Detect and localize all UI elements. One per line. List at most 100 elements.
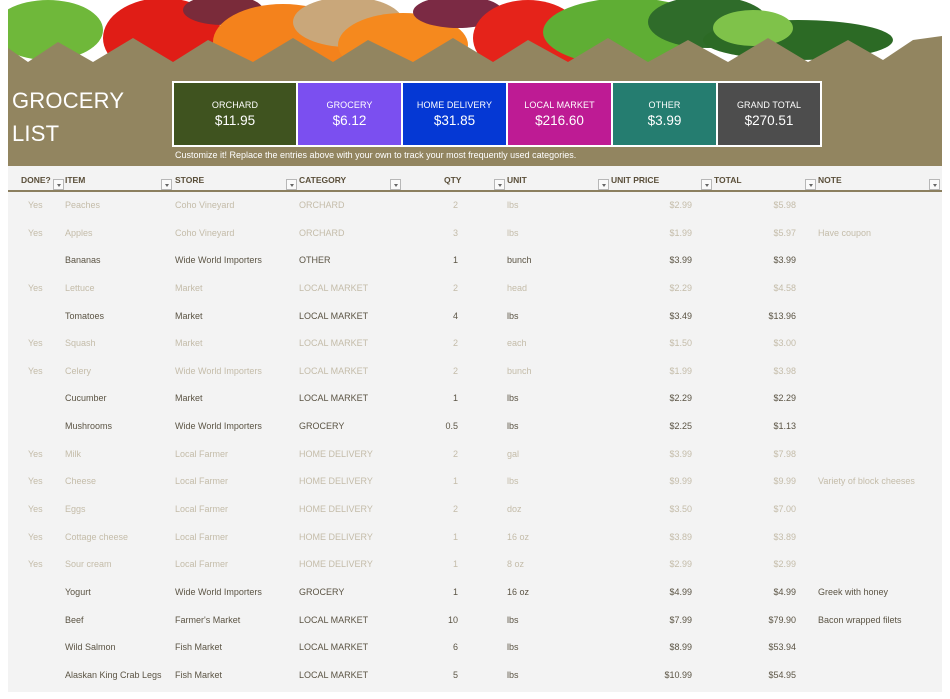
cell-unit[interactable]: lbs [507, 228, 519, 238]
cell-category[interactable]: LOCAL MARKET [299, 393, 368, 403]
cell-price[interactable]: $2.29 [669, 283, 692, 293]
cell-total[interactable]: $7.98 [773, 449, 796, 459]
cell-qty[interactable]: 6 [453, 642, 458, 652]
column-header-store[interactable]: STORE [175, 175, 204, 185]
cell-total[interactable]: $4.99 [773, 587, 796, 597]
cell-category[interactable]: LOCAL MARKET [299, 311, 368, 321]
cell-category[interactable]: HOME DELIVERY [299, 476, 373, 486]
cell-qty[interactable]: 2 [453, 338, 458, 348]
cell-done[interactable]: Yes [28, 476, 43, 486]
cell-item[interactable]: Apples [65, 228, 93, 238]
cell-qty[interactable]: 1 [453, 393, 458, 403]
cell-store[interactable]: Market [175, 283, 203, 293]
cell-item[interactable]: Beef [65, 615, 84, 625]
table-row[interactable]: Yes Squash Market LOCAL MARKET 2 each $1.50 $3.… [8, 330, 942, 358]
cell-store[interactable]: Coho Vineyard [175, 200, 234, 210]
cell-price[interactable]: $3.49 [669, 311, 692, 321]
cell-price[interactable]: $1.50 [669, 338, 692, 348]
cell-price[interactable]: $3.50 [669, 504, 692, 514]
column-header-item[interactable]: ITEM [65, 175, 85, 185]
card-orchard[interactable]: ORCHARD $11.95 [174, 83, 296, 145]
cell-qty[interactable]: 1 [453, 587, 458, 597]
cell-total[interactable]: $4.58 [773, 283, 796, 293]
cell-price[interactable]: $3.99 [669, 449, 692, 459]
cell-note[interactable]: Bacon wrapped filets [818, 615, 902, 625]
cell-unit[interactable]: gal [507, 449, 519, 459]
cell-category[interactable]: GROCERY [299, 587, 344, 597]
cell-unit[interactable]: lbs [507, 421, 519, 431]
cell-item[interactable]: Eggs [65, 504, 86, 514]
filter-dropdown-icon[interactable] [53, 179, 64, 190]
cell-total[interactable]: $3.89 [773, 532, 796, 542]
cell-category[interactable]: LOCAL MARKET [299, 615, 368, 625]
filter-dropdown-icon[interactable] [494, 179, 505, 190]
cell-note[interactable]: Have coupon [818, 228, 871, 238]
table-row[interactable]: Yes Eggs Local Farmer HOME DELIVERY 2 doz $3.5… [8, 496, 942, 524]
table-row[interactable]: Yes Celery Wide World Importers LOCAL MARKE… [8, 358, 942, 386]
cell-category[interactable]: HOME DELIVERY [299, 504, 373, 514]
table-row[interactable]: Cucumber Market LOCAL MARKET 1 lbs $2.29 $2.29 [8, 385, 942, 413]
cell-qty[interactable]: 1 [453, 476, 458, 486]
table-row[interactable]: Yes Peaches Coho Vineyard ORCHARD 2 lbs $2.99 $… [8, 192, 942, 220]
cell-category[interactable]: LOCAL MARKET [299, 283, 368, 293]
cell-store[interactable]: Local Farmer [175, 449, 228, 459]
cell-item[interactable]: Alaskan King Crab Legs [65, 670, 162, 680]
filter-dropdown-icon[interactable] [929, 179, 940, 190]
cell-item[interactable]: Cucumber [65, 393, 107, 403]
table-row[interactable]: Beef Farmer's Market LOCAL MARKET 10 lbs $7.9… [8, 607, 942, 635]
cell-total[interactable]: $13.96 [768, 311, 796, 321]
cell-price[interactable]: $2.25 [669, 421, 692, 431]
table-row[interactable]: Tomatoes Market LOCAL MARKET 4 lbs $3.49 $13.9… [8, 303, 942, 331]
cell-qty[interactable]: 0.5 [445, 421, 458, 431]
cell-item[interactable]: Cottage cheese [65, 532, 128, 542]
cell-store[interactable]: Farmer's Market [175, 615, 240, 625]
cell-item[interactable]: Tomatoes [65, 311, 104, 321]
cell-store[interactable]: Fish Market [175, 670, 222, 680]
cell-total[interactable]: $3.00 [773, 338, 796, 348]
cell-qty[interactable]: 10 [448, 615, 458, 625]
cell-done[interactable]: Yes [28, 228, 43, 238]
cell-total[interactable]: $5.97 [773, 228, 796, 238]
cell-item[interactable]: Yogurt [65, 587, 91, 597]
cell-total[interactable]: $54.95 [768, 670, 796, 680]
card-home-delivery[interactable]: HOME DELIVERY $31.85 [403, 83, 506, 145]
cell-qty[interactable]: 1 [453, 559, 458, 569]
cell-item[interactable]: Wild Salmon [65, 642, 116, 652]
cell-total[interactable]: $1.13 [773, 421, 796, 431]
cell-item[interactable]: Lettuce [65, 283, 95, 293]
cell-total[interactable]: $3.98 [773, 366, 796, 376]
cell-price[interactable]: $3.99 [669, 255, 692, 265]
cell-qty[interactable]: 5 [453, 670, 458, 680]
cell-done[interactable]: Yes [28, 559, 43, 569]
cell-price[interactable]: $9.99 [669, 476, 692, 486]
filter-dropdown-icon[interactable] [161, 179, 172, 190]
cell-store[interactable]: Local Farmer [175, 476, 228, 486]
table-row[interactable]: Yes Lettuce Market LOCAL MARKET 2 head $2.29 $4… [8, 275, 942, 303]
table-row[interactable]: Yes Milk Local Farmer HOME DELIVERY 2 gal $3.9… [8, 441, 942, 469]
cell-category[interactable]: HOME DELIVERY [299, 559, 373, 569]
cell-total[interactable]: $79.90 [768, 615, 796, 625]
cell-done[interactable]: Yes [28, 449, 43, 459]
card-grocery[interactable]: GROCERY $6.12 [298, 83, 401, 145]
cell-total[interactable]: $2.29 [773, 393, 796, 403]
cell-total[interactable]: $7.00 [773, 504, 796, 514]
cell-total[interactable]: $3.99 [773, 255, 796, 265]
cell-category[interactable]: ORCHARD [299, 200, 345, 210]
table-row[interactable]: Mushrooms Wide World Importers GROCERY 0.5 l… [8, 413, 942, 441]
filter-dropdown-icon[interactable] [286, 179, 297, 190]
cell-unit[interactable]: lbs [507, 311, 519, 321]
cell-done[interactable]: Yes [28, 366, 43, 376]
cell-store[interactable]: Wide World Importers [175, 255, 262, 265]
cell-price[interactable]: $3.89 [669, 532, 692, 542]
cell-unit[interactable]: lbs [507, 393, 519, 403]
cell-unit[interactable]: 8 oz [507, 559, 524, 569]
cell-qty[interactable]: 1 [453, 255, 458, 265]
cell-store[interactable]: Market [175, 393, 203, 403]
cell-qty[interactable]: 2 [453, 366, 458, 376]
cell-done[interactable]: Yes [28, 532, 43, 542]
card-other[interactable]: OTHER $3.99 [613, 83, 716, 145]
cell-store[interactable]: Local Farmer [175, 532, 228, 542]
cell-category[interactable]: ORCHARD [299, 228, 345, 238]
cell-done[interactable]: Yes [28, 338, 43, 348]
cell-store[interactable]: Wide World Importers [175, 587, 262, 597]
